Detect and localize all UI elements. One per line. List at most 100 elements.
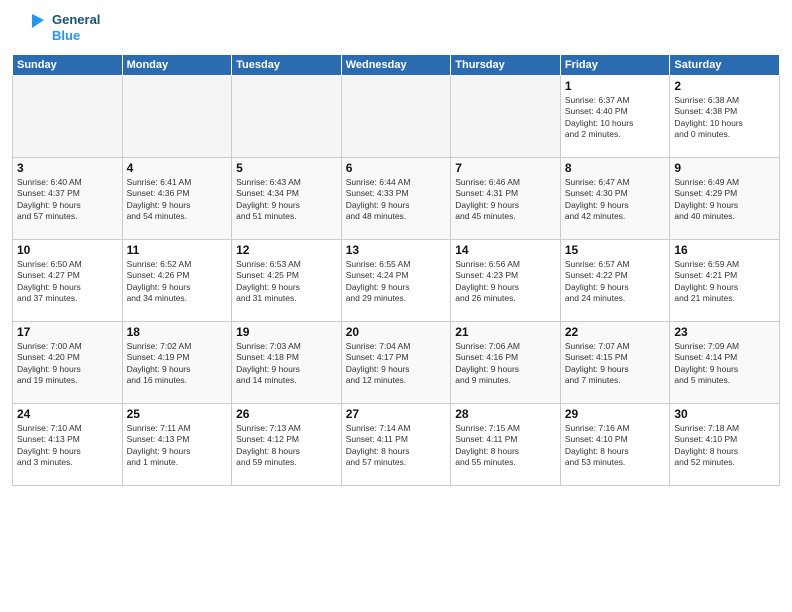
day-number: 10 [17, 243, 118, 257]
weekday-header-friday: Friday [560, 55, 670, 76]
logo-line2: Blue [52, 28, 100, 44]
day-number: 26 [236, 407, 337, 421]
calendar-cell: 27Sunrise: 7:14 AM Sunset: 4:11 PM Dayli… [341, 404, 451, 486]
calendar-cell: 24Sunrise: 7:10 AM Sunset: 4:13 PM Dayli… [13, 404, 123, 486]
day-number: 25 [127, 407, 228, 421]
day-info: Sunrise: 6:59 AM Sunset: 4:21 PM Dayligh… [674, 259, 775, 305]
day-number: 19 [236, 325, 337, 339]
day-number: 7 [455, 161, 556, 175]
day-info: Sunrise: 6:40 AM Sunset: 4:37 PM Dayligh… [17, 177, 118, 223]
day-number: 21 [455, 325, 556, 339]
day-info: Sunrise: 7:04 AM Sunset: 4:17 PM Dayligh… [346, 341, 447, 387]
day-info: Sunrise: 7:14 AM Sunset: 4:11 PM Dayligh… [346, 423, 447, 469]
week-row-5: 24Sunrise: 7:10 AM Sunset: 4:13 PM Dayli… [13, 404, 780, 486]
calendar-cell: 7 Sunrise: 6:46 AM Sunset: 4:31 PM Daylig… [451, 158, 561, 240]
calendar-cell: 20 Sunrise: 7:04 AM Sunset: 4:17 PM Dayli… [341, 322, 451, 404]
weekday-header-tuesday: Tuesday [232, 55, 342, 76]
page: GeneralBlue SundayMondayTuesdayWednesday… [0, 0, 792, 612]
day-number: 24 [17, 407, 118, 421]
day-info: Sunrise: 6:37 AM Sunset: 4:40 PM Dayligh… [565, 95, 666, 141]
calendar-cell: 10 Sunrise: 6:50 AM Sunset: 4:27 PM Dayli… [13, 240, 123, 322]
week-row-3: 10 Sunrise: 6:50 AM Sunset: 4:27 PM Dayli… [13, 240, 780, 322]
weekday-header-thursday: Thursday [451, 55, 561, 76]
day-number: 12 [236, 243, 337, 257]
week-row-1: 1 Sunrise: 6:37 AM Sunset: 4:40 PM Daylig… [13, 76, 780, 158]
calendar-cell [341, 76, 451, 158]
day-number: 23 [674, 325, 775, 339]
day-info: Sunrise: 7:03 AM Sunset: 4:18 PM Dayligh… [236, 341, 337, 387]
week-row-4: 17Sunrise: 7:00 AM Sunset: 4:20 PM Dayli… [13, 322, 780, 404]
day-info: Sunrise: 6:50 AM Sunset: 4:27 PM Dayligh… [17, 259, 118, 305]
day-info: Sunrise: 7:15 AM Sunset: 4:11 PM Dayligh… [455, 423, 556, 469]
calendar-cell: 29 Sunrise: 7:16 AM Sunset: 4:10 PM Dayli… [560, 404, 670, 486]
day-number: 20 [346, 325, 447, 339]
calendar-cell: 2Sunrise: 6:38 AM Sunset: 4:38 PM Daylig… [670, 76, 780, 158]
day-number: 5 [236, 161, 337, 175]
calendar-cell: 28Sunrise: 7:15 AM Sunset: 4:11 PM Dayli… [451, 404, 561, 486]
weekday-header-sunday: Sunday [13, 55, 123, 76]
day-number: 3 [17, 161, 118, 175]
calendar-cell: 16 Sunrise: 6:59 AM Sunset: 4:21 PM Dayli… [670, 240, 780, 322]
day-number: 2 [674, 79, 775, 93]
weekday-header-saturday: Saturday [670, 55, 780, 76]
calendar-cell: 25 Sunrise: 7:11 AM Sunset: 4:13 PM Dayli… [122, 404, 232, 486]
day-info: Sunrise: 6:46 AM Sunset: 4:31 PM Dayligh… [455, 177, 556, 223]
calendar-cell: 9Sunrise: 6:49 AM Sunset: 4:29 PM Daylig… [670, 158, 780, 240]
day-number: 18 [127, 325, 228, 339]
calendar-cell: 3 Sunrise: 6:40 AM Sunset: 4:37 PM Daylig… [13, 158, 123, 240]
calendar-cell: 13Sunrise: 6:55 AM Sunset: 4:24 PM Dayli… [341, 240, 451, 322]
day-info: Sunrise: 7:16 AM Sunset: 4:10 PM Dayligh… [565, 423, 666, 469]
calendar-cell: 14 Sunrise: 6:56 AM Sunset: 4:23 PM Dayli… [451, 240, 561, 322]
calendar-cell [451, 76, 561, 158]
day-number: 29 [565, 407, 666, 421]
day-number: 22 [565, 325, 666, 339]
calendar-cell [13, 76, 123, 158]
day-number: 4 [127, 161, 228, 175]
calendar-cell: 11 Sunrise: 6:52 AM Sunset: 4:26 PM Dayli… [122, 240, 232, 322]
day-info: Sunrise: 7:11 AM Sunset: 4:13 PM Dayligh… [127, 423, 228, 469]
weekday-header-wednesday: Wednesday [341, 55, 451, 76]
day-info: Sunrise: 6:43 AM Sunset: 4:34 PM Dayligh… [236, 177, 337, 223]
day-info: Sunrise: 6:56 AM Sunset: 4:23 PM Dayligh… [455, 259, 556, 305]
calendar-cell: 12 Sunrise: 6:53 AM Sunset: 4:25 PM Dayli… [232, 240, 342, 322]
day-number: 1 [565, 79, 666, 93]
calendar-cell: 15 Sunrise: 6:57 AM Sunset: 4:22 PM Dayli… [560, 240, 670, 322]
calendar-cell: 26 Sunrise: 7:13 AM Sunset: 4:12 PM Dayli… [232, 404, 342, 486]
calendar-cell: 5 Sunrise: 6:43 AM Sunset: 4:34 PM Daylig… [232, 158, 342, 240]
calendar-cell: 18Sunrise: 7:02 AM Sunset: 4:19 PM Dayli… [122, 322, 232, 404]
day-info: Sunrise: 6:57 AM Sunset: 4:22 PM Dayligh… [565, 259, 666, 305]
calendar-cell: 6Sunrise: 6:44 AM Sunset: 4:33 PM Daylig… [341, 158, 451, 240]
day-number: 11 [127, 243, 228, 257]
day-info: Sunrise: 7:09 AM Sunset: 4:14 PM Dayligh… [674, 341, 775, 387]
day-info: Sunrise: 6:55 AM Sunset: 4:24 PM Dayligh… [346, 259, 447, 305]
day-info: Sunrise: 7:13 AM Sunset: 4:12 PM Dayligh… [236, 423, 337, 469]
calendar-cell [122, 76, 232, 158]
day-info: Sunrise: 7:06 AM Sunset: 4:16 PM Dayligh… [455, 341, 556, 387]
day-number: 15 [565, 243, 666, 257]
day-number: 9 [674, 161, 775, 175]
calendar-cell: 4 Sunrise: 6:41 AM Sunset: 4:36 PM Daylig… [122, 158, 232, 240]
day-info: Sunrise: 7:18 AM Sunset: 4:10 PM Dayligh… [674, 423, 775, 469]
day-number: 17 [17, 325, 118, 339]
day-number: 30 [674, 407, 775, 421]
logo: GeneralBlue [12, 10, 100, 46]
logo-text: GeneralBlue [52, 12, 100, 43]
day-number: 8 [565, 161, 666, 175]
calendar-cell: 1 Sunrise: 6:37 AM Sunset: 4:40 PM Daylig… [560, 76, 670, 158]
logo-line1: General [52, 12, 100, 28]
calendar-cell [232, 76, 342, 158]
day-info: Sunrise: 6:53 AM Sunset: 4:25 PM Dayligh… [236, 259, 337, 305]
calendar: SundayMondayTuesdayWednesdayThursdayFrid… [12, 54, 780, 486]
weekday-header-row: SundayMondayTuesdayWednesdayThursdayFrid… [13, 55, 780, 76]
calendar-cell: 30 Sunrise: 7:18 AM Sunset: 4:10 PM Dayli… [670, 404, 780, 486]
day-info: Sunrise: 7:07 AM Sunset: 4:15 PM Dayligh… [565, 341, 666, 387]
day-info: Sunrise: 6:52 AM Sunset: 4:26 PM Dayligh… [127, 259, 228, 305]
day-number: 16 [674, 243, 775, 257]
day-info: Sunrise: 6:41 AM Sunset: 4:36 PM Dayligh… [127, 177, 228, 223]
calendar-cell: 8Sunrise: 6:47 AM Sunset: 4:30 PM Daylig… [560, 158, 670, 240]
calendar-cell: 22 Sunrise: 7:07 AM Sunset: 4:15 PM Dayli… [560, 322, 670, 404]
day-number: 14 [455, 243, 556, 257]
calendar-cell: 21 Sunrise: 7:06 AM Sunset: 4:16 PM Dayli… [451, 322, 561, 404]
week-row-2: 3 Sunrise: 6:40 AM Sunset: 4:37 PM Daylig… [13, 158, 780, 240]
calendar-cell: 17Sunrise: 7:00 AM Sunset: 4:20 PM Dayli… [13, 322, 123, 404]
